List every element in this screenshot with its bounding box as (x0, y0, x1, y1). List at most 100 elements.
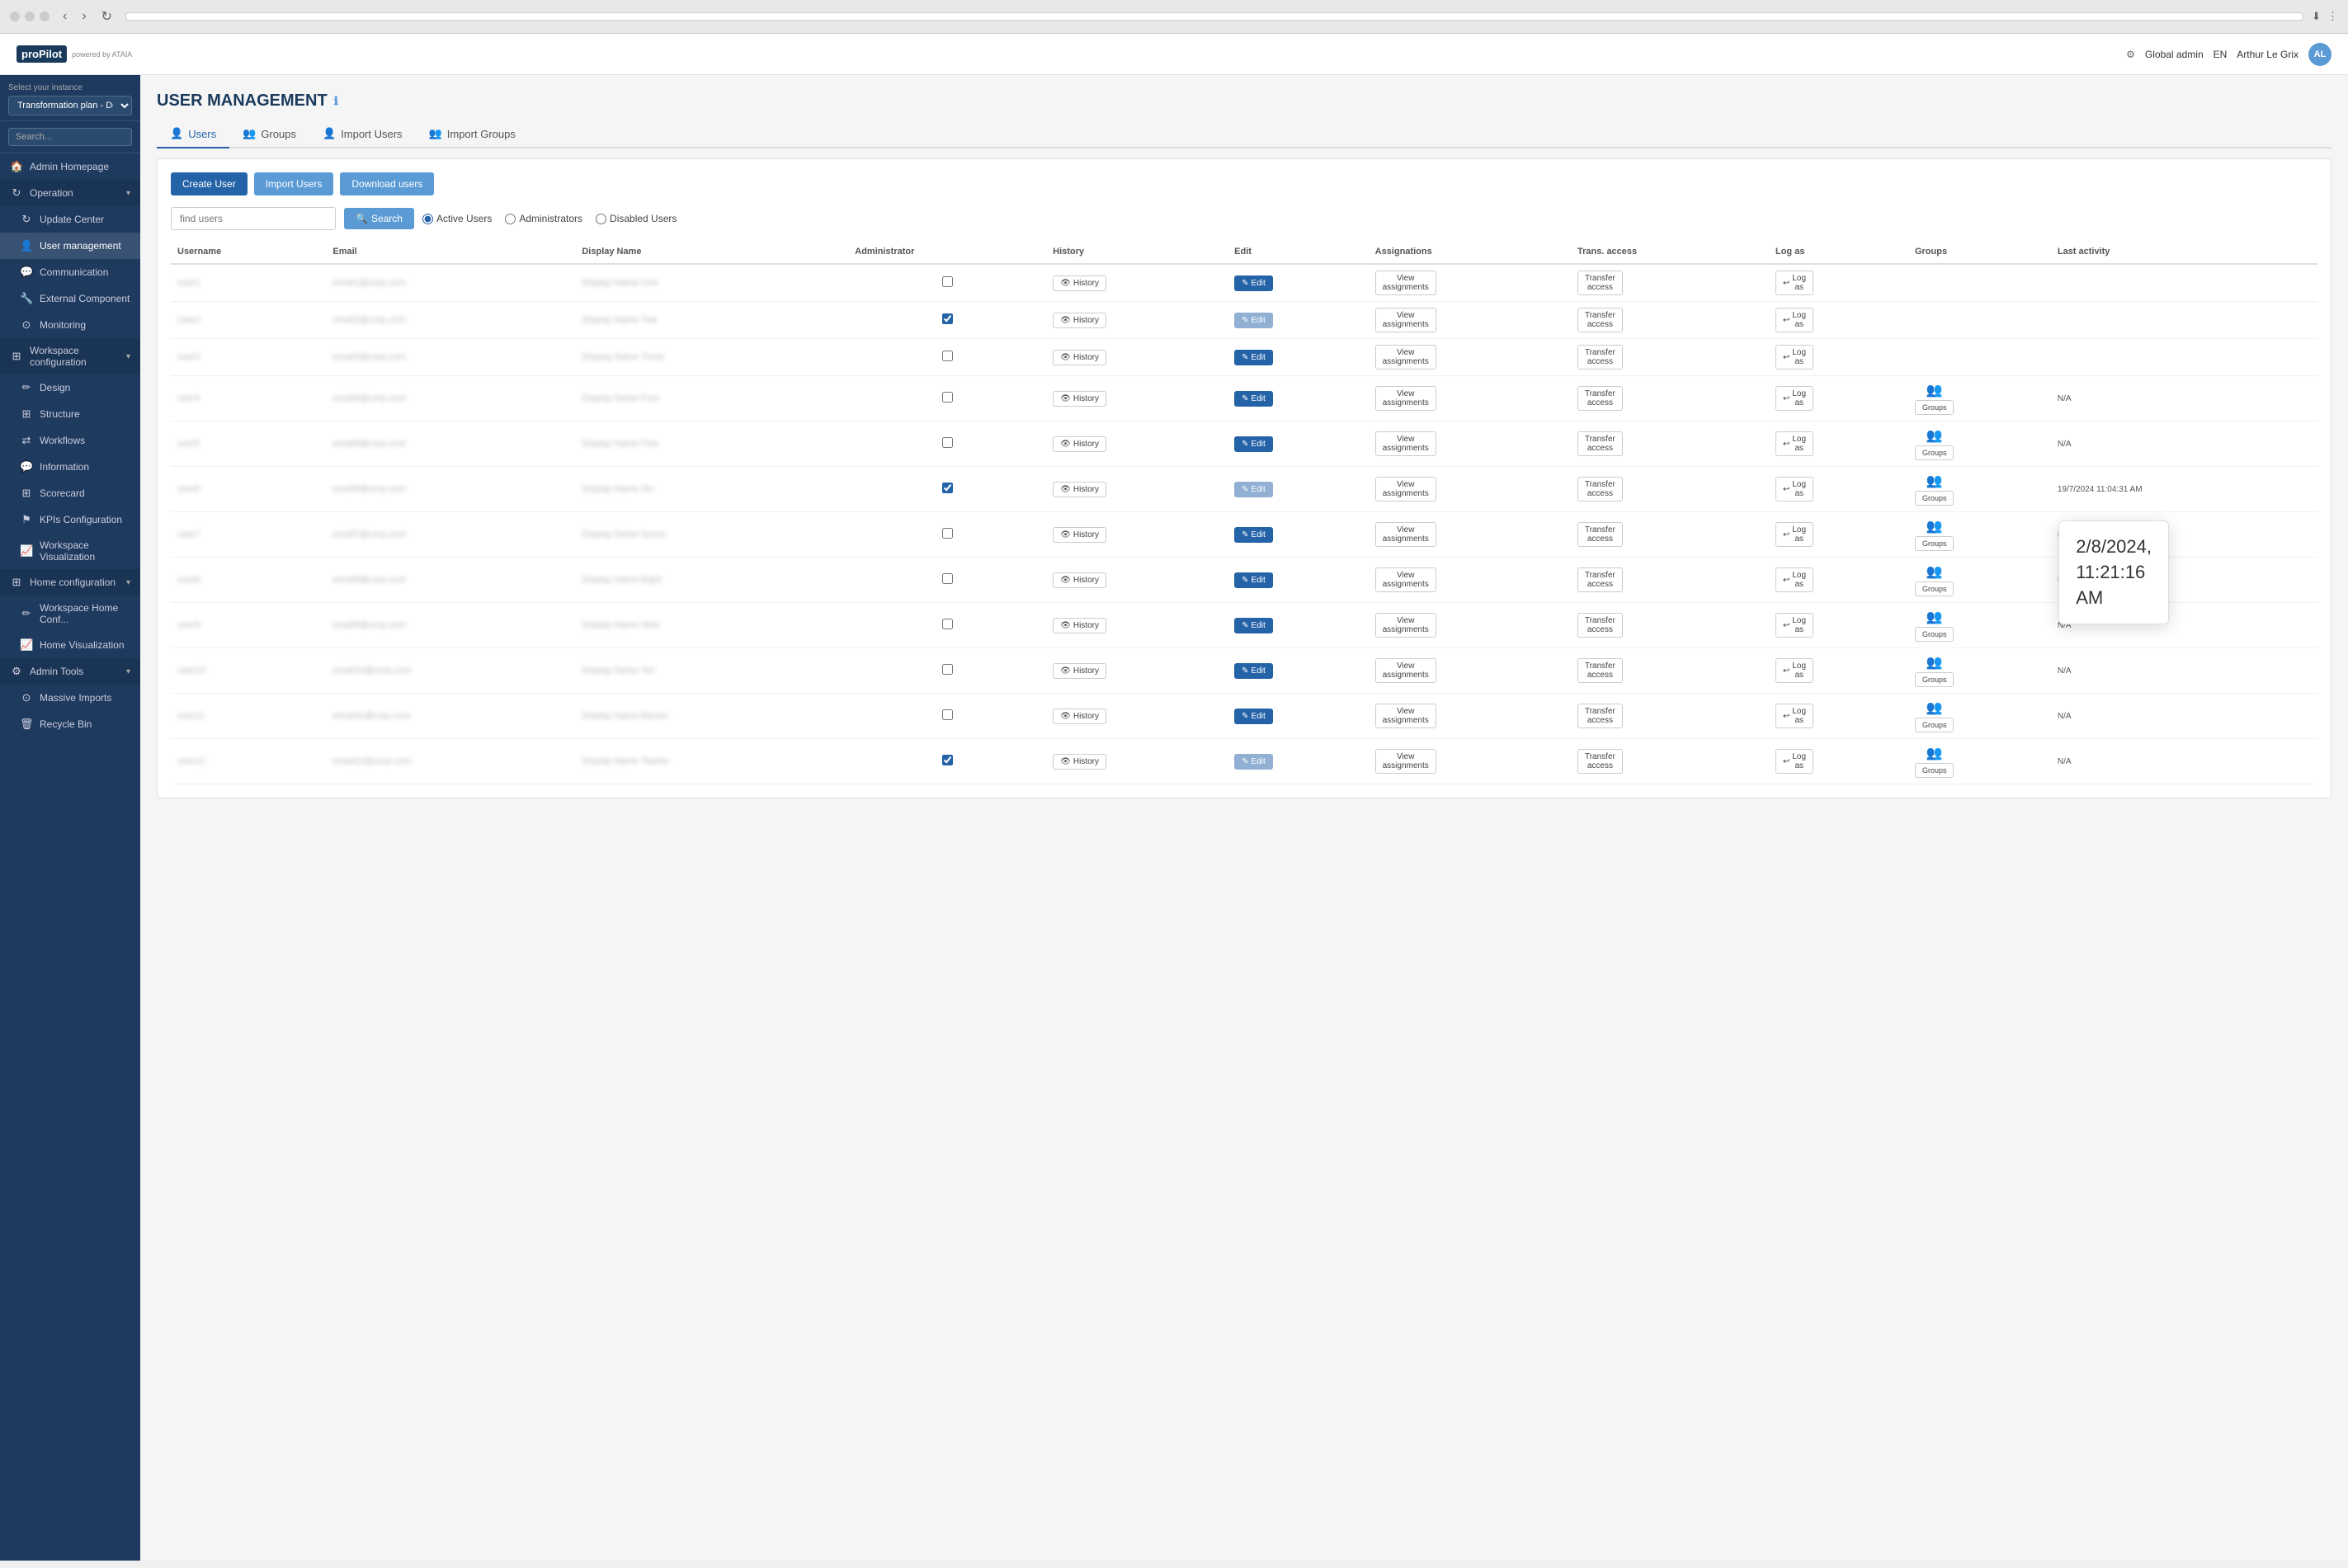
log-as-button[interactable]: ↩ Logas (1775, 345, 1813, 370)
sidebar-item-workspace-viz[interactable]: 📈 Workspace Visualization (0, 533, 140, 569)
admin-checkbox[interactable] (942, 483, 953, 493)
transfer-access-button[interactable]: Transferaccess (1577, 658, 1623, 683)
log-as-button[interactable]: ↩ Logas (1775, 567, 1813, 592)
instance-select[interactable]: Transformation plan - Demo (8, 96, 132, 115)
edit-button[interactable]: ✎ Edit (1234, 391, 1273, 407)
admin-checkbox[interactable] (942, 313, 953, 324)
filter-admin-radio[interactable] (505, 214, 516, 224)
search-input[interactable] (171, 207, 336, 230)
groups-button[interactable]: Groups (1915, 536, 1954, 551)
admin-checkbox[interactable] (942, 755, 953, 765)
log-as-button[interactable]: ↩ Logas (1775, 704, 1813, 728)
settings-icon[interactable]: ⚙ (2126, 49, 2135, 60)
transfer-access-button[interactable]: Transferaccess (1577, 477, 1623, 501)
view-assignations-button[interactable]: Viewassignments (1375, 749, 1436, 774)
history-button[interactable]: 👁 History (1053, 754, 1106, 770)
edit-button[interactable]: ✎ Edit (1234, 275, 1273, 291)
sidebar-item-kpis[interactable]: ⚑ KPIs Configuration (0, 506, 140, 533)
view-assignations-button[interactable]: Viewassignments (1375, 271, 1436, 295)
sidebar-item-update-center[interactable]: ↻ Update Center (0, 206, 140, 233)
filter-active-radio[interactable] (422, 214, 433, 224)
tab-users[interactable]: 👤 Users (157, 120, 229, 148)
transfer-access-button[interactable]: Transferaccess (1577, 386, 1623, 411)
sidebar-item-recycle-bin[interactable]: 🗑 Recycle Bin (0, 711, 140, 737)
sidebar-item-workspace-home-conf[interactable]: ✏ Workspace Home Conf... (0, 596, 140, 632)
browser-back-button[interactable]: ‹ (58, 7, 72, 26)
transfer-access-button[interactable]: Transferaccess (1577, 345, 1623, 370)
log-as-button[interactable]: ↩ Logas (1775, 613, 1813, 638)
history-button[interactable]: 👁 History (1053, 275, 1106, 291)
browser-refresh-button[interactable]: ↻ (97, 7, 117, 26)
search-button[interactable]: 🔍 Search (344, 208, 414, 229)
groups-button[interactable]: Groups (1915, 582, 1954, 596)
history-button[interactable]: 👁 History (1053, 482, 1106, 497)
groups-button[interactable]: Groups (1915, 718, 1954, 732)
groups-button[interactable]: Groups (1915, 400, 1954, 415)
edit-button[interactable]: ✎ Edit (1234, 572, 1273, 588)
sidebar-item-admin-homepage[interactable]: 🏠 Admin Homepage (0, 153, 140, 180)
admin-checkbox[interactable] (942, 619, 953, 629)
browser-forward-button[interactable]: › (77, 7, 91, 26)
filter-administrators[interactable]: Administrators (505, 213, 582, 224)
history-button[interactable]: 👁 History (1053, 709, 1106, 724)
filter-disabled-radio[interactable] (596, 214, 606, 224)
admin-checkbox[interactable] (942, 351, 953, 361)
edit-button[interactable]: ✎ Edit (1234, 709, 1273, 724)
transfer-access-button[interactable]: Transferaccess (1577, 749, 1623, 774)
sidebar-item-monitoring[interactable]: ⊙ Monitoring (0, 312, 140, 338)
sidebar-item-workflows[interactable]: ⇄ Workflows (0, 427, 140, 454)
sidebar-section-operation[interactable]: ↻ Operation ▾ (0, 180, 140, 206)
import-users-button[interactable]: Import Users (254, 172, 334, 195)
view-assignations-button[interactable]: Viewassignments (1375, 431, 1436, 456)
admin-checkbox[interactable] (942, 437, 953, 448)
log-as-button[interactable]: ↩ Logas (1775, 308, 1813, 332)
tab-import-users[interactable]: 👤 Import Users (309, 120, 416, 148)
history-button[interactable]: 👁 History (1053, 436, 1106, 452)
history-button[interactable]: 👁 History (1053, 527, 1106, 543)
view-assignations-button[interactable]: Viewassignments (1375, 386, 1436, 411)
groups-button[interactable]: Groups (1915, 672, 1954, 687)
sidebar-item-design[interactable]: ✏ Design (0, 374, 140, 401)
transfer-access-button[interactable]: Transferaccess (1577, 704, 1623, 728)
view-assignations-button[interactable]: Viewassignments (1375, 308, 1436, 332)
filter-active-users[interactable]: Active Users (422, 213, 492, 224)
history-button[interactable]: 👁 History (1053, 313, 1106, 328)
admin-checkbox[interactable] (942, 709, 953, 720)
transfer-access-button[interactable]: Transferaccess (1577, 431, 1623, 456)
transfer-access-button[interactable]: Transferaccess (1577, 308, 1623, 332)
view-assignations-button[interactable]: Viewassignments (1375, 658, 1436, 683)
history-button[interactable]: 👁 History (1053, 618, 1106, 633)
language-selector[interactable]: EN (2214, 49, 2228, 60)
sidebar-item-scorecard[interactable]: ⊞ Scorecard (0, 480, 140, 506)
sidebar-search-input[interactable] (8, 128, 132, 146)
transfer-access-button[interactable]: Transferaccess (1577, 522, 1623, 547)
sidebar-item-user-management[interactable]: 👤 User management (0, 233, 140, 259)
history-button[interactable]: 👁 History (1053, 572, 1106, 588)
edit-button[interactable]: ✎ Edit (1234, 313, 1273, 328)
transfer-access-button[interactable]: Transferaccess (1577, 613, 1623, 638)
admin-checkbox[interactable] (942, 573, 953, 584)
sidebar-section-admin-tools[interactable]: ⚙ Admin Tools ▾ (0, 658, 140, 685)
log-as-button[interactable]: ↩ Logas (1775, 431, 1813, 456)
sidebar-section-workspace-config[interactable]: ⊞ Workspace configuration ▾ (0, 338, 140, 374)
transfer-access-button[interactable]: Transferaccess (1577, 567, 1623, 592)
sidebar-item-external-component[interactable]: 🔧 External Component (0, 285, 140, 312)
log-as-button[interactable]: ↩ Logas (1775, 477, 1813, 501)
history-button[interactable]: 👁 History (1053, 391, 1106, 407)
edit-button[interactable]: ✎ Edit (1234, 527, 1273, 543)
view-assignations-button[interactable]: Viewassignments (1375, 522, 1436, 547)
transfer-access-button[interactable]: Transferaccess (1577, 271, 1623, 295)
admin-checkbox[interactable] (942, 392, 953, 403)
edit-button[interactable]: ✎ Edit (1234, 754, 1273, 770)
groups-button[interactable]: Groups (1915, 445, 1954, 460)
edit-button[interactable]: ✎ Edit (1234, 482, 1273, 497)
admin-checkbox[interactable] (942, 276, 953, 287)
groups-button[interactable]: Groups (1915, 627, 1954, 642)
sidebar-item-massive-imports[interactable]: ⊙ Massive Imports (0, 685, 140, 711)
page-info-icon[interactable]: ℹ (334, 94, 338, 108)
download-users-button[interactable]: Download users (340, 172, 434, 195)
browser-url-bar[interactable] (125, 12, 2303, 21)
view-assignations-button[interactable]: Viewassignments (1375, 704, 1436, 728)
view-assignations-button[interactable]: Viewassignments (1375, 477, 1436, 501)
sidebar-item-structure[interactable]: ⊞ Structure (0, 401, 140, 427)
